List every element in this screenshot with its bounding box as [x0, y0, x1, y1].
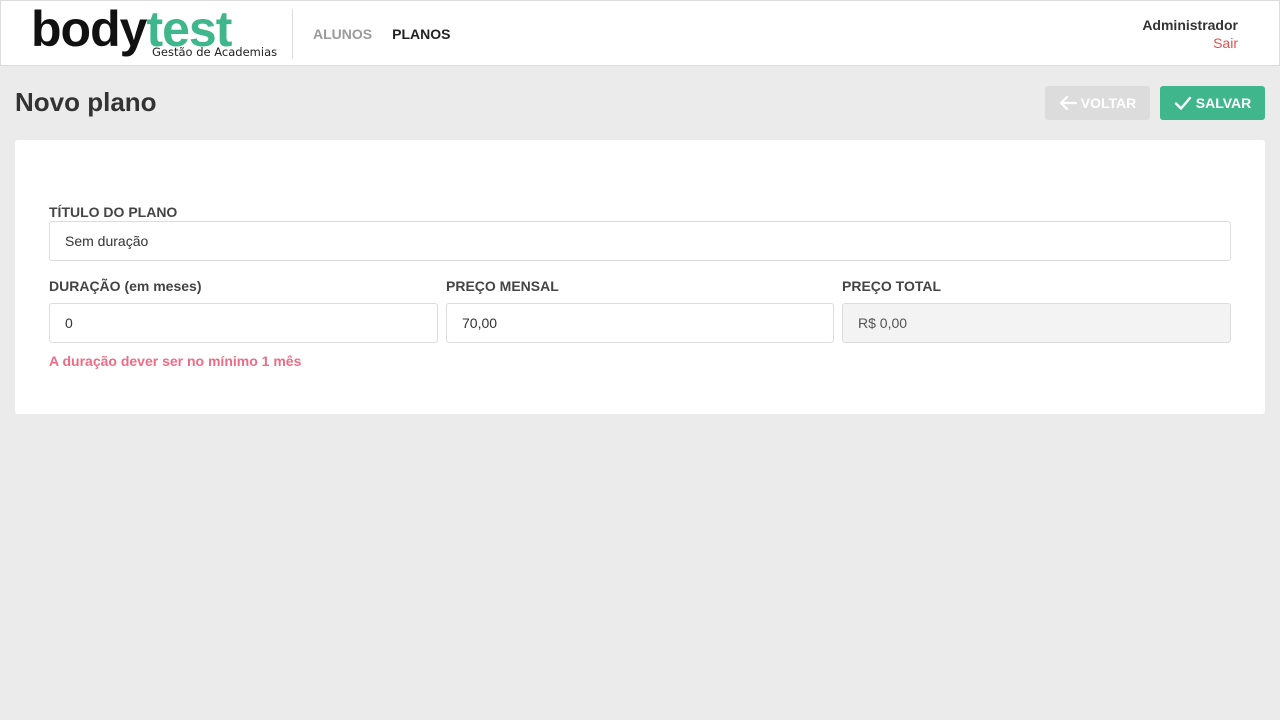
duration-label: DURAÇÃO (em meses): [49, 278, 202, 294]
duration-error-message: A duração dever ser no mínimo 1 mês: [49, 353, 302, 369]
plan-form-card: TÍTULO DO PLANO Sem duração DURAÇÃO (em …: [15, 140, 1265, 414]
logout-link[interactable]: Sair: [1142, 34, 1238, 52]
nav-item-alunos[interactable]: ALUNOS: [313, 26, 372, 42]
total-price-label: PREÇO TOTAL: [842, 278, 942, 294]
brand-logo[interactable]: bodytest Gestão de Academias: [31, 1, 278, 61]
monthly-price-input[interactable]: 70,00: [446, 303, 834, 343]
back-button-label: VOLTAR: [1080, 95, 1137, 111]
user-menu: Administrador Sair: [1142, 16, 1238, 52]
plan-title-input[interactable]: Sem duração: [49, 221, 1231, 261]
duration-input[interactable]: 0: [49, 303, 438, 343]
page-title: Novo plano: [15, 87, 157, 117]
arrow-left-icon: [1059, 95, 1077, 111]
header-divider: [292, 9, 293, 59]
plan-title-label: TÍTULO DO PLANO: [49, 204, 178, 220]
monthly-price-label: PREÇO MENSAL: [446, 278, 559, 294]
check-icon: [1174, 95, 1192, 111]
user-name: Administrador: [1142, 17, 1238, 33]
top-bar: bodytest Gestão de Academias ALUNOS PLAN…: [0, 0, 1280, 66]
brand-tagline: Gestão de Academias: [152, 45, 278, 59]
back-button[interactable]: VOLTAR: [1045, 86, 1150, 120]
total-price-input: R$ 0,00: [842, 303, 1231, 343]
save-button[interactable]: SALVAR: [1160, 86, 1265, 120]
nav-item-planos[interactable]: PLANOS: [392, 26, 450, 42]
save-button-label: SALVAR: [1195, 95, 1252, 111]
main-nav: ALUNOS PLANOS: [313, 26, 450, 42]
